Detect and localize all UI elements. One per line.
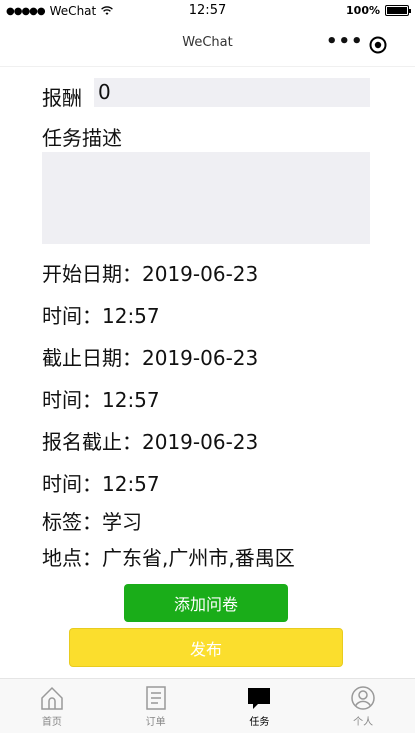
publish-button[interactable]: 发布 — [69, 628, 343, 667]
status-right: 100% — [346, 4, 411, 17]
profile-icon — [351, 686, 375, 710]
signup-date-picker[interactable]: 报名截止：2019-06-23 — [42, 426, 258, 455]
battery-icon — [385, 5, 411, 16]
tab-bar: 首页 订单 任务 个人 — [0, 678, 415, 733]
end-time-picker[interactable]: 时间：12:57 — [42, 384, 160, 413]
end-date-picker[interactable]: 截止日期：2019-06-23 — [42, 342, 258, 371]
start-date-picker[interactable]: 开始日期：2019-06-23 — [42, 258, 258, 287]
signup-time-picker[interactable]: 时间：12:57 — [42, 468, 160, 497]
tab-profile[interactable]: 个人 — [311, 679, 415, 733]
tab-home-label: 首页 — [41, 717, 62, 728]
nav-bar: WeChat ••• — [0, 22, 415, 67]
desc-textarea[interactable] — [42, 152, 370, 244]
battery-percent: 100% — [346, 4, 380, 17]
desc-label: 任务描述 — [42, 126, 122, 150]
tab-home[interactable]: 首页 — [0, 679, 104, 733]
location-picker[interactable]: 地点：广东省,广州市,番禺区 — [42, 542, 295, 571]
start-time-picker[interactable]: 时间：12:57 — [42, 300, 160, 329]
home-icon — [41, 686, 63, 710]
reward-input[interactable]: 0 — [94, 78, 370, 107]
tab-tasks[interactable]: 任务 — [208, 679, 312, 733]
tab-orders[interactable]: 订单 — [104, 679, 208, 733]
more-icon[interactable]: ••• — [326, 33, 364, 51]
reward-label: 报酬 — [42, 86, 82, 110]
task-icon — [248, 688, 271, 709]
tags-picker[interactable]: 标签：学习 — [42, 506, 142, 535]
add-survey-button[interactable]: 添加问卷 — [124, 584, 288, 622]
screen: ●●●●● WeChat 12:57 100% WeChat ••• 报酬 0 … — [0, 0, 415, 733]
tab-tasks-label: 任务 — [249, 717, 270, 728]
order-icon — [145, 686, 166, 710]
close-miniprogram-icon[interactable] — [369, 36, 387, 54]
status-bar: ●●●●● WeChat 12:57 100% — [0, 0, 415, 22]
tab-profile-label: 个人 — [353, 717, 374, 728]
tab-orders-label: 订单 — [145, 717, 166, 728]
